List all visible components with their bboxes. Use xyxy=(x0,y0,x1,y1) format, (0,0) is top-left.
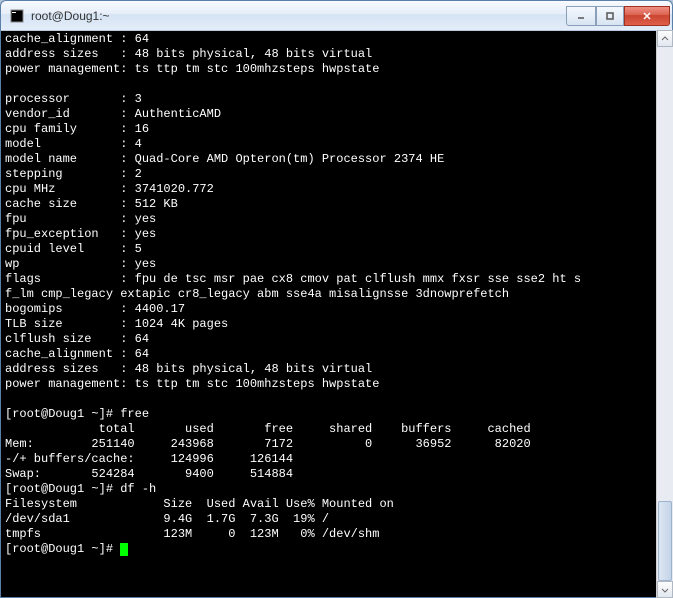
terminal-text: cache_alignment : 64 address sizes : 48 … xyxy=(5,32,581,541)
window-controls xyxy=(566,6,670,26)
maximize-button[interactable] xyxy=(596,6,624,26)
minimize-button[interactable] xyxy=(566,6,596,26)
close-button[interactable] xyxy=(624,6,670,26)
scroll-down-button[interactable] xyxy=(657,581,673,598)
scrollbar-thumb[interactable] xyxy=(658,501,672,581)
scrollbar-track[interactable] xyxy=(657,47,673,581)
terminal-window: root@Doug1:~ cache_alignment : 64 addres… xyxy=(0,0,673,598)
window-title: root@Doug1:~ xyxy=(31,9,566,23)
vertical-scrollbar[interactable] xyxy=(656,30,673,598)
terminal-icon xyxy=(9,8,25,24)
terminal-output[interactable]: cache_alignment : 64 address sizes : 48 … xyxy=(1,31,672,597)
titlebar[interactable]: root@Doug1:~ xyxy=(1,1,672,31)
cursor xyxy=(120,543,128,556)
scroll-up-button[interactable] xyxy=(657,30,673,47)
terminal-prompt: [root@Doug1 ~]# xyxy=(5,542,120,556)
